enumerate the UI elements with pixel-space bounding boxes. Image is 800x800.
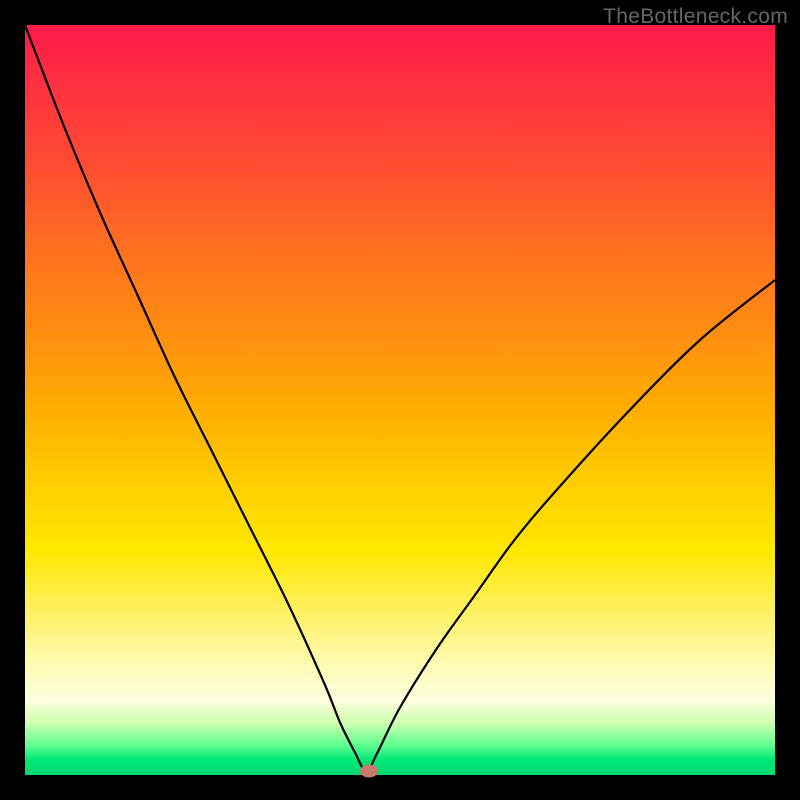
bottleneck-curve — [25, 25, 775, 771]
chart-container: TheBottleneck.com — [0, 0, 800, 800]
plot-area — [25, 25, 775, 775]
curve-svg — [25, 25, 775, 775]
minimum-marker — [360, 765, 378, 778]
